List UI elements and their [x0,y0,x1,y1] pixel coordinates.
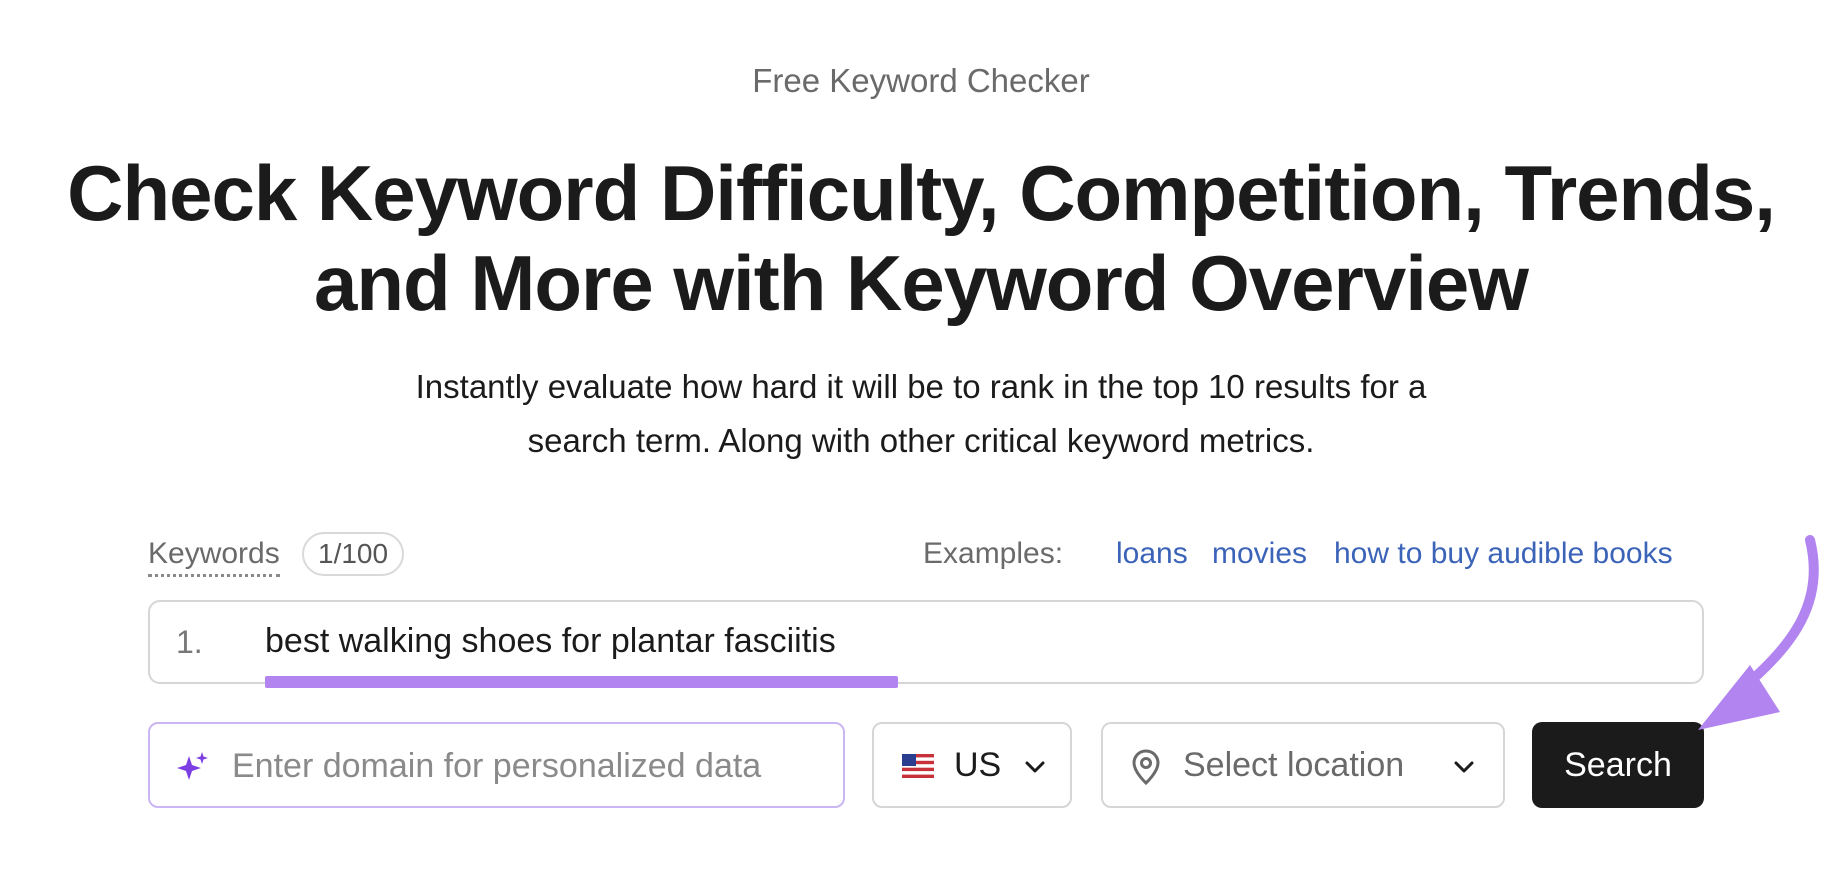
eyebrow-label: Free Keyword Checker [752,62,1090,99]
example-link-movies[interactable]: movies [1212,536,1307,572]
country-code: US [954,746,1002,784]
location-label: Select location [1183,746,1405,784]
domain-input[interactable] [230,740,824,792]
example-link-loans[interactable]: loans [1116,536,1188,572]
chevron-down-icon [1453,756,1475,783]
page-title: Check Keyword Difficulty, Competition, T… [0,148,1842,328]
keywords-label[interactable]: Keywords [148,536,280,577]
curved-arrow-icon [1660,530,1830,745]
page-subtitle-line-1: Instantly evaluate how hard it will be t… [415,368,1427,405]
keyword-input-box[interactable]: 1. best walking shoes for plantar fascii… [148,600,1704,684]
example-link-audible[interactable]: how to buy audible books [1334,536,1673,572]
domain-field[interactable] [148,722,845,808]
keyword-line-number: 1. [176,624,203,660]
map-pin-icon [1129,748,1163,791]
location-select[interactable]: Select location [1101,722,1505,808]
chevron-down-icon [1024,756,1046,783]
page-title-line-1: Check Keyword Difficulty, Competition, T… [67,149,1776,237]
page-subtitle: Instantly evaluate how hard it will be t… [0,360,1842,468]
sparkle-icon [176,750,210,789]
keyword-counter-badge: 1/100 [302,532,405,576]
us-flag-icon [902,754,934,783]
country-select[interactable]: US [872,722,1072,808]
keyword-highlight-underline [265,676,898,688]
page-title-line-2: and More with Keyword Overview [314,239,1529,327]
examples-label: Examples: [923,537,1064,570]
keyword-text[interactable]: best walking shoes for plantar fasciitis [265,622,836,661]
page-subtitle-line-2: search term. Along with other critical k… [527,422,1315,459]
